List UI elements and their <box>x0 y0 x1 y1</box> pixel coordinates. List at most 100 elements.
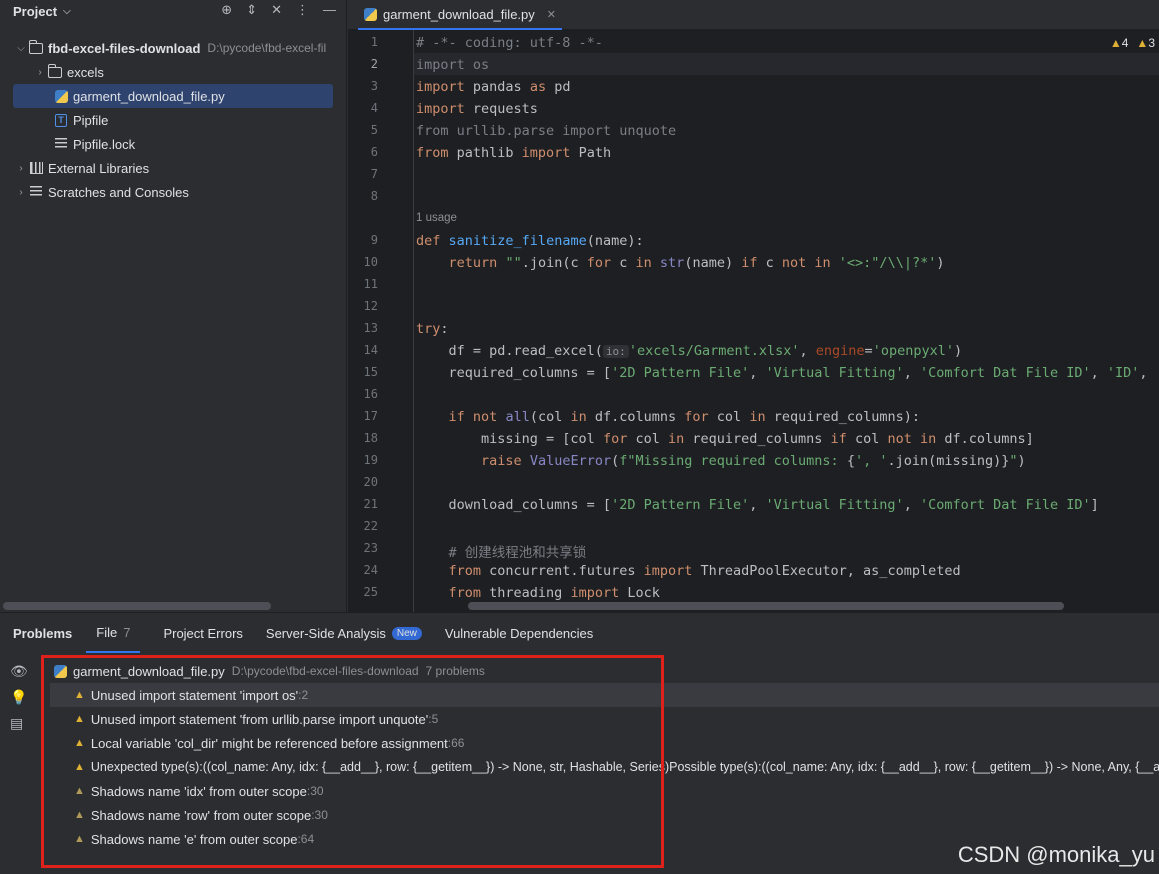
project-toolbar: ⊕ ⇕ ✕ ⋮ — <box>221 2 336 18</box>
root-path: D:\pycode\fbd-excel-fil <box>207 41 327 55</box>
code-line: if not all(col in df.columns for col in … <box>448 409 921 425</box>
problems-file-path: D:\pycode\fbd-excel-files-download <box>231 664 419 678</box>
weak-warning-icon: ▲ <box>74 809 85 821</box>
code-line: missing = [col for col in required_colum… <box>416 431 1034 447</box>
tree-item-label: Pipfile <box>73 112 109 128</box>
problem-item[interactable]: ▲ Shadows name 'row' from outer scope :3… <box>50 803 1159 827</box>
line-number: 6 <box>370 145 378 159</box>
chevron-right-icon[interactable]: › <box>33 67 47 78</box>
python-file-icon <box>364 7 377 21</box>
problems-tabs: Problems File 7 Project Errors Server-Si… <box>0 613 1159 653</box>
hide-icon[interactable]: — <box>323 2 336 18</box>
code-line: required_columns = ['2D Pattern File', '… <box>416 365 1159 381</box>
eye-icon[interactable]: 👁 <box>10 663 28 680</box>
line-number: 2 <box>370 57 378 71</box>
code-line: import os <box>416 57 490 73</box>
collapse-all-icon[interactable]: ✕ <box>271 2 282 18</box>
line-number: 20 <box>363 475 378 489</box>
tree-item-scratches[interactable]: › Scratches and Consoles <box>0 180 346 204</box>
code-line: # -*- coding: utf-8 -*- <box>416 35 603 51</box>
line-number: 16 <box>363 387 378 401</box>
locate-icon[interactable]: ⊕ <box>221 2 232 18</box>
usage-hint[interactable]: 1 usage <box>416 212 457 224</box>
editor-tab-bar: garment_download_file.py ✕ <box>348 0 1159 30</box>
tree-item-label: Scratches and Consoles <box>48 184 189 200</box>
tree-item-label: garment_download_file.py <box>73 88 225 104</box>
problem-item[interactable]: ▲ Unused import statement 'from urllib.p… <box>50 707 1159 731</box>
chevron-down-icon[interactable]: ⌵ <box>63 6 71 17</box>
expand-all-icon[interactable]: ⇕ <box>246 2 257 18</box>
editor-tab[interactable]: garment_download_file.py ✕ <box>358 0 562 30</box>
inspection-indicator[interactable]: ▲4 ▲3 <box>1110 36 1155 50</box>
preview-icon[interactable]: ▤ <box>10 715 28 732</box>
tab-vulnerable-dependencies[interactable]: Vulnerable Dependencies <box>445 613 593 653</box>
problem-text: Unused import statement 'from urllib.par… <box>90 711 429 727</box>
tree-item-external-libraries[interactable]: › External Libraries <box>0 156 346 180</box>
line-number-gutter: 1 2 3 4 5 6 7 8 9 10 11 12 13 14 15 16 1… <box>348 30 414 612</box>
chevron-right-icon[interactable]: › <box>14 187 28 198</box>
tab-server-side-analysis[interactable]: Server-Side Analysis New <box>266 613 422 653</box>
problem-line: :2 <box>298 688 309 702</box>
problem-item[interactable]: ▲ Unused import statement 'import os' :2 <box>50 683 1159 707</box>
code-line: download_columns = ['2D Pattern File', '… <box>416 497 1099 513</box>
problems-file-row[interactable]: garment_download_file.py D:\pycode\fbd-e… <box>50 659 1159 683</box>
code-line: from threading import Lock <box>448 585 660 601</box>
chevron-right-icon[interactable]: › <box>14 163 28 174</box>
line-number: 8 <box>370 189 378 203</box>
tree-item-pipfile[interactable]: T Pipfile <box>0 108 346 132</box>
tree-root[interactable]: ⌵ fbd-excel-files-download D:\pycode\fbd… <box>0 36 346 60</box>
tab-project-errors[interactable]: Project Errors <box>163 613 242 653</box>
line-number: 22 <box>363 519 378 533</box>
problems-side-toolbar: 👁 💡 ▤ <box>10 663 28 732</box>
chevron-down-icon[interactable]: ⌵ <box>14 43 28 54</box>
tree-item-excels[interactable]: › excels <box>0 60 346 84</box>
problems-title: Problems <box>13 625 73 641</box>
code-line: # 创建线程池和共享锁 <box>448 545 587 561</box>
folder-icon <box>28 39 44 56</box>
toml-file-icon: T <box>53 112 69 128</box>
more-icon[interactable]: ⋮ <box>296 2 309 18</box>
folder-icon <box>47 63 63 80</box>
line-number: 12 <box>363 299 378 313</box>
code-line: from pathlib import Path <box>416 145 612 161</box>
code-line: import pandas as pd <box>416 79 571 95</box>
project-horizontal-scrollbar[interactable] <box>3 602 271 610</box>
line-number: 7 <box>370 167 378 181</box>
line-number: 17 <box>363 409 378 423</box>
project-title: Project <box>13 3 58 19</box>
line-number: 10 <box>363 255 378 269</box>
warning-icon: ▲ <box>74 761 85 773</box>
warning-icon: ▲ <box>1109 36 1122 50</box>
weak-warning-count: 3 <box>1148 36 1155 50</box>
lightbulb-icon[interactable]: 💡 <box>10 689 28 706</box>
line-number: 24 <box>363 563 378 577</box>
code-line: from urllib.parse import unquote <box>416 123 677 139</box>
tree-item-pipfile-lock[interactable]: Pipfile.lock <box>0 132 346 156</box>
watermark: CSDN @monika_yu <box>957 842 1155 867</box>
close-icon[interactable]: ✕ <box>547 8 556 21</box>
tab-file[interactable]: File 7 <box>86 613 141 653</box>
problem-item[interactable]: ▲ Unexpected type(s):((col_name: Any, id… <box>50 755 1159 779</box>
text-file-icon <box>53 136 69 152</box>
problem-item[interactable]: ▲ Local variable 'col_dir' might be refe… <box>50 731 1159 755</box>
line-number: 14 <box>363 343 378 357</box>
problem-item[interactable]: ▲ Shadows name 'idx' from outer scope :3… <box>50 779 1159 803</box>
warning-count: 4 <box>1121 36 1129 50</box>
line-number: 1 <box>370 35 378 49</box>
editor-horizontal-scrollbar[interactable] <box>468 602 1064 610</box>
code-area[interactable]: # -*- coding: utf-8 -*- import os import… <box>414 30 1159 612</box>
tree-item-label: Pipfile.lock <box>73 136 136 152</box>
tab-file-count: 7 <box>123 624 131 640</box>
problem-text: Unused import statement 'import os' <box>90 687 299 703</box>
tree-item-garment-file[interactable]: garment_download_file.py <box>13 84 333 108</box>
problem-line: :5 <box>428 712 439 726</box>
code-line: df = pd.read_excel(io:'excels/Garment.xl… <box>416 343 963 359</box>
problems-panel: Problems File 7 Project Errors Server-Si… <box>0 612 1159 874</box>
scratches-icon <box>28 184 44 200</box>
problems-file-summary: 7 problems <box>425 664 485 678</box>
line-number: 4 <box>370 101 378 115</box>
problem-line: :66 <box>447 736 465 750</box>
project-panel: Project ⌵ ⊕ ⇕ ✕ ⋮ — ⌵ fbd-excel-files-do… <box>0 0 347 612</box>
code-line: return "".join(c for c in str(name) if c… <box>448 255 945 271</box>
weak-warning-icon: ▲ <box>74 833 85 845</box>
